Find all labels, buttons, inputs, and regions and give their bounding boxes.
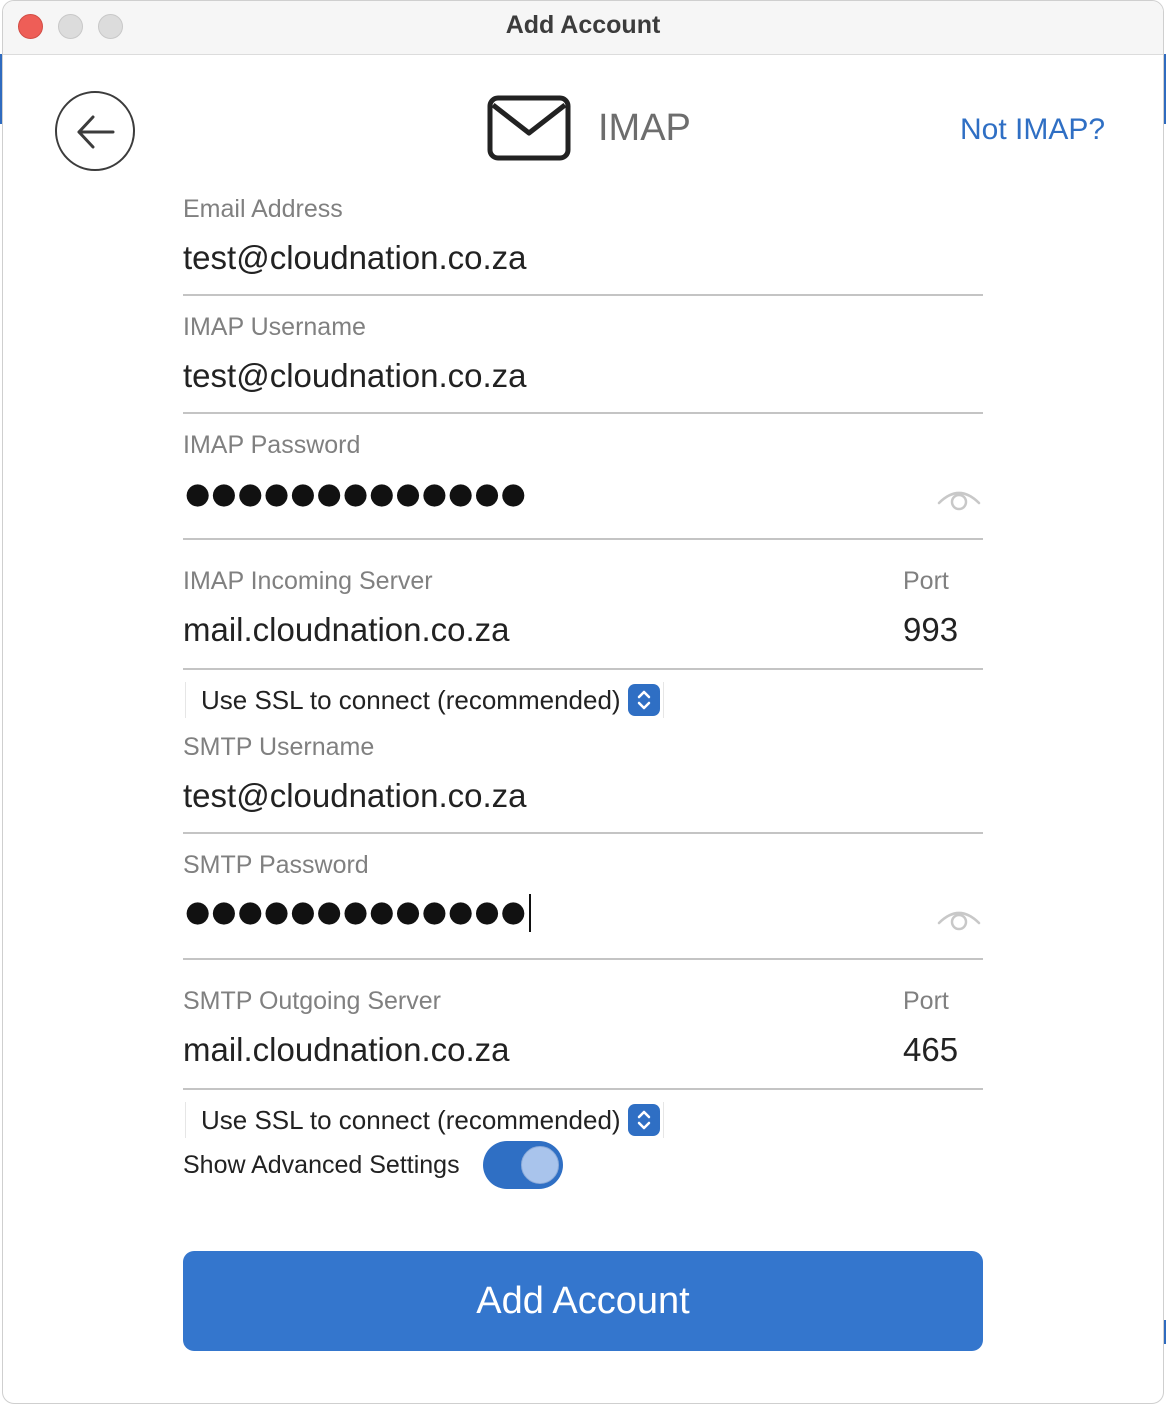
select-stepper (627, 1104, 660, 1136)
imap-password-masked: ●●●●●●●●●●●●● (185, 476, 527, 510)
toggle-knob (521, 1146, 559, 1184)
email-address-field[interactable] (183, 239, 803, 277)
chevron-up-down-icon (637, 1110, 650, 1130)
smtp-server-field[interactable] (183, 1031, 803, 1069)
smtp-server-label: SMTP Outgoing Server (183, 987, 441, 1015)
smtp-password-masked: ●●●●●●●●●●●●● (185, 894, 527, 928)
email-address-label: Email Address (183, 195, 343, 223)
imap-ssl-select[interactable]: Use SSL to connect (recommended) (185, 682, 664, 718)
smtp-username-label: SMTP Username (183, 733, 375, 761)
smtp-port-field[interactable] (903, 1031, 973, 1069)
imap-server-label: IMAP Incoming Server (183, 567, 433, 595)
imap-port-label: Port (903, 567, 949, 595)
select-stepper (627, 684, 660, 716)
imap-username-label: IMAP Username (183, 313, 366, 341)
eye-icon[interactable] (936, 485, 982, 513)
advanced-settings-toggle[interactable] (483, 1141, 563, 1189)
not-imap-link[interactable]: Not IMAP? (960, 113, 1105, 147)
imap-server-field[interactable] (183, 611, 803, 649)
imap-ssl-selected-option: Use SSL to connect (recommended) (201, 685, 621, 715)
smtp-password-field[interactable]: ●●●●●●●●●●●●● (185, 894, 531, 932)
divider (183, 412, 983, 414)
add-account-window: Add Account IMAP Not IMAP? Email Address… (2, 0, 1164, 1404)
add-account-button[interactable]: Add Account (183, 1251, 983, 1351)
title-bar: Add Account (3, 1, 1163, 55)
imap-port-field[interactable] (903, 611, 973, 649)
imap-password-label: IMAP Password (183, 431, 361, 459)
imap-username-field[interactable] (183, 357, 803, 395)
smtp-password-label: SMTP Password (183, 851, 369, 879)
divider (183, 668, 983, 670)
envelope-icon (487, 95, 571, 161)
chevron-up-down-icon (637, 690, 650, 710)
divider (183, 538, 983, 540)
divider (183, 1088, 983, 1090)
provider-title: IMAP (598, 107, 691, 149)
eye-icon[interactable] (936, 905, 982, 933)
advanced-settings-label: Show Advanced Settings (183, 1151, 460, 1179)
smtp-ssl-select[interactable]: Use SSL to connect (recommended) (185, 1102, 664, 1138)
smtp-port-label: Port (903, 987, 949, 1015)
smtp-username-field[interactable] (183, 777, 803, 815)
imap-password-field[interactable]: ●●●●●●●●●●●●● (185, 476, 527, 510)
divider (183, 832, 983, 834)
text-cursor (528, 894, 531, 932)
back-button[interactable] (55, 91, 135, 171)
arrow-left-icon (77, 115, 115, 149)
smtp-ssl-selected-option: Use SSL to connect (recommended) (201, 1105, 621, 1135)
divider (183, 294, 983, 296)
window-title: Add Account (505, 11, 661, 39)
divider (183, 958, 983, 960)
